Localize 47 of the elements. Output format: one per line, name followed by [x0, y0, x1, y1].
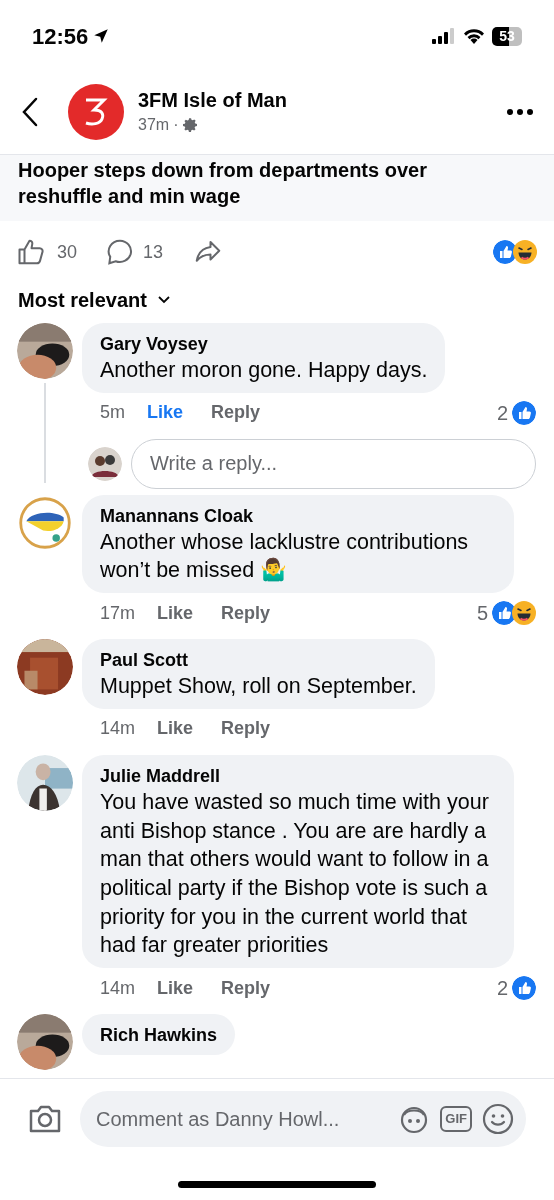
emoji-icon[interactable] [482, 1103, 514, 1135]
gif-button[interactable]: GIF [440, 1106, 472, 1132]
comment-time: 5m [100, 401, 125, 425]
reaction-count: 2 [496, 976, 508, 1002]
comment-input-field[interactable]: Comment as Danny Howl... GIF [80, 1091, 526, 1147]
comment-time: 17m [100, 601, 135, 625]
clock-time: 12:56 [32, 22, 89, 51]
comment-text: Another whose lacklustre contributions won’t be missed 🤷‍♂ [100, 528, 470, 585]
comment-author[interactable]: Paul Scott [100, 648, 417, 673]
reply-link[interactable]: Reply [221, 599, 271, 627]
reply-input-field[interactable]: Write a reply... [131, 438, 536, 489]
like-link[interactable]: Like [157, 599, 194, 627]
gear-icon [182, 117, 199, 133]
post-title[interactable]: Hooper steps down from departments over reshuffle and min wage [18, 157, 468, 209]
comment-button[interactable]: 13 [105, 237, 164, 267]
signal-icon [432, 28, 456, 44]
like-button[interactable]: 30 [17, 237, 78, 267]
page-name[interactable]: 3FM Isle of Man [138, 87, 506, 113]
comment-time: 14m [100, 976, 135, 1000]
separator-dot: · [173, 115, 179, 135]
wifi-icon [463, 28, 485, 44]
page-logo-icon [68, 84, 124, 140]
like-link[interactable]: Like [157, 715, 194, 743]
post-time: 37m [138, 115, 170, 135]
like-link[interactable]: Like [147, 399, 184, 427]
reply-link[interactable]: Reply [221, 715, 271, 743]
camera-icon[interactable] [28, 1104, 62, 1134]
more-options-icon[interactable] [506, 108, 534, 116]
user-avatar [88, 446, 122, 481]
location-arrow-icon [92, 27, 111, 45]
thumbs-up-icon [17, 237, 47, 267]
comment-author[interactable]: Julie Maddrell [100, 763, 496, 788]
comment-author[interactable]: Manannans Cloak [100, 503, 496, 528]
reaction-count: 2 [496, 400, 508, 426]
comment-time: 14m [100, 717, 135, 741]
comment-text: Muppet Show, roll on September. [100, 673, 417, 701]
chevron-down-icon [156, 295, 171, 305]
reaction-count: 5 [476, 601, 488, 627]
reply-link[interactable]: Reply [221, 974, 271, 1002]
sort-dropdown[interactable]: Most relevant [0, 283, 189, 317]
comment-text: You have wasted so much time with your anti Bishop stance . You are are hardly a man that others would want to follow in a political party if the Bishop vote is such a priority for you in the current world that had far greater priorities [100, 788, 490, 960]
back-icon[interactable] [20, 96, 40, 128]
reply-link[interactable]: Reply [211, 399, 261, 427]
comment-author[interactable]: Rich Hawkins [100, 1023, 218, 1048]
comment-text: Another moron gone. Happy days. [100, 357, 428, 384]
comment-author[interactable]: Gary Voysey [100, 332, 428, 356]
like-link[interactable]: Like [157, 974, 194, 1002]
